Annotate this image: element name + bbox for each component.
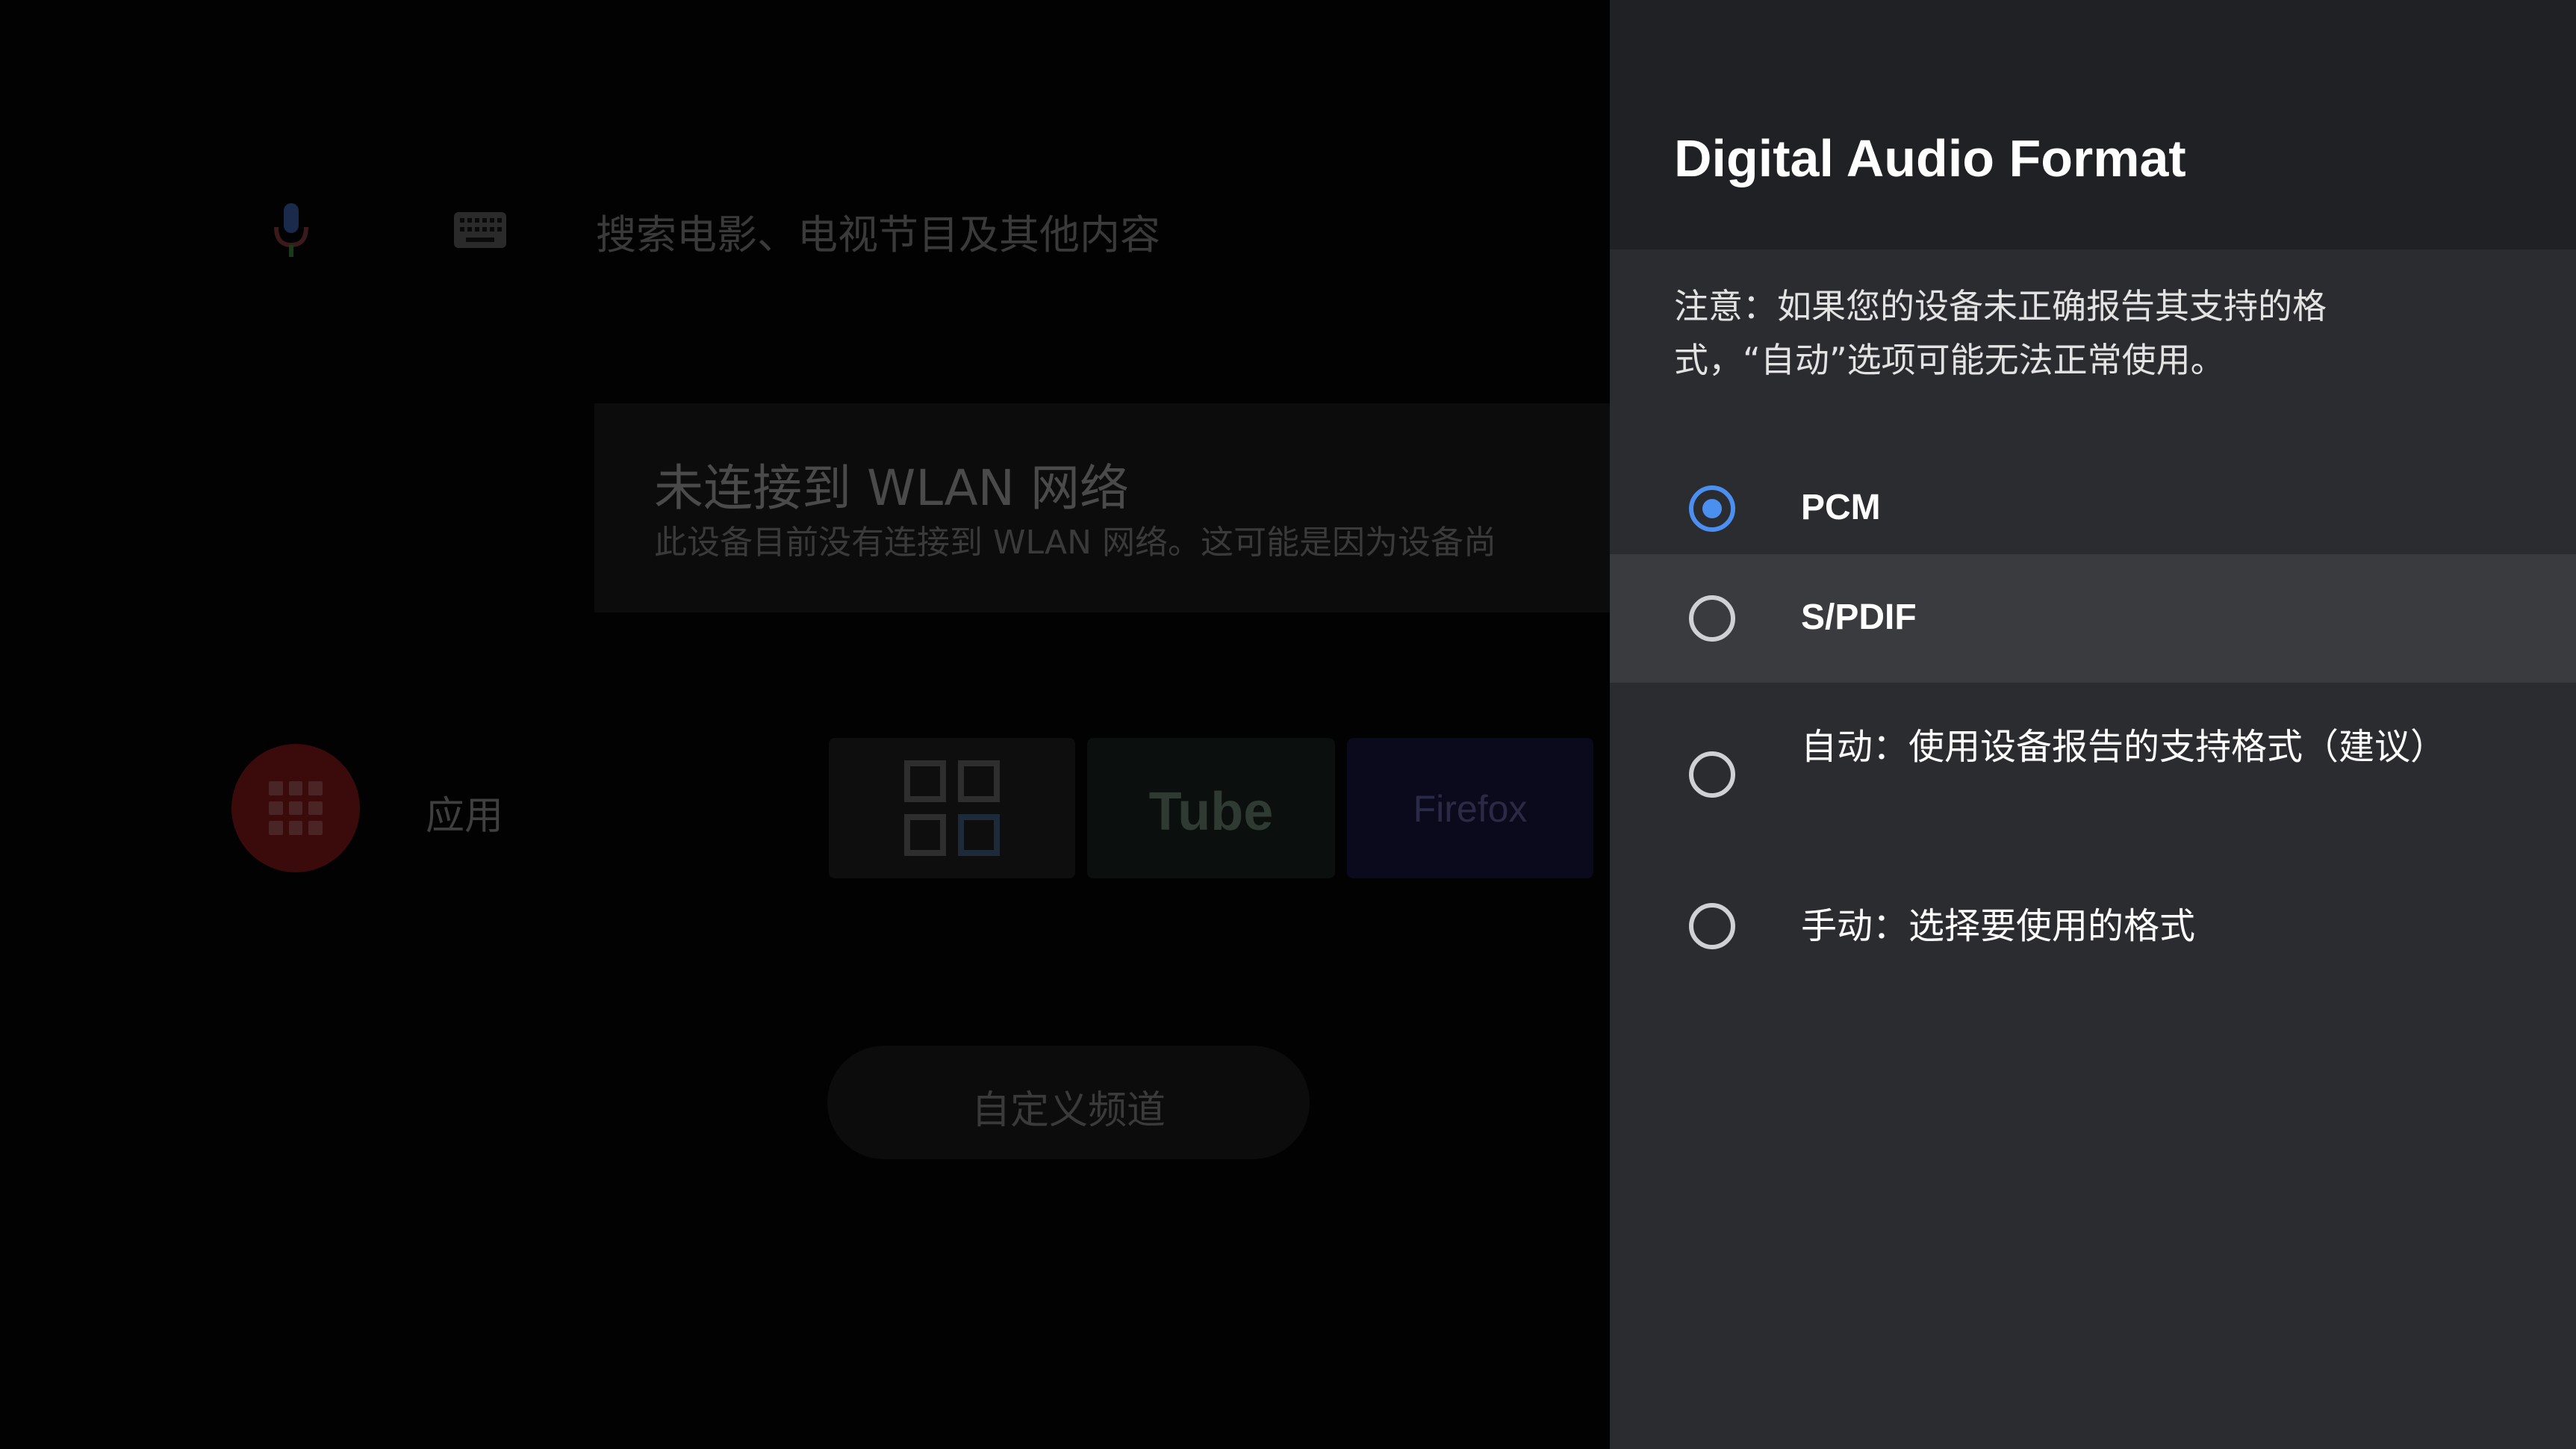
option-label: 手动：选择要使用的格式 — [1801, 905, 2196, 947]
panel-title: Digital Audio Format — [1674, 129, 2186, 187]
app-tile-firefox[interactable]: Firefox — [1347, 738, 1593, 878]
option-spdif[interactable]: S/PDIF — [1610, 554, 2576, 683]
apps-button[interactable] — [231, 744, 360, 872]
youtube-tile-label: Tube — [1148, 782, 1274, 842]
keyboard-icon[interactable] — [452, 211, 508, 249]
app-grid-icon — [904, 760, 1000, 856]
customize-channels-label: 自定义频道 — [971, 1088, 1166, 1133]
option-label: 自动：使用设备报告的支持格式（建议） — [1801, 726, 2447, 768]
apps-grid-icon — [269, 781, 323, 835]
panel-body: 注意：如果您的设备未正确报告其支持的格式，“自动”选项可能无法正常使用。 PCM… — [1610, 249, 2576, 1449]
radio-unchecked-icon[interactable] — [1689, 751, 1735, 798]
app-tile-grid[interactable] — [829, 738, 1075, 878]
microphone-icon[interactable] — [267, 200, 315, 260]
customize-channels-button[interactable]: 自定义频道 — [827, 1046, 1310, 1159]
option-label: S/PDIF — [1801, 598, 1917, 637]
launcher-background: 搜索电影、电视节目及其他内容 未连接到 WLAN 网络 此设备目前没有连接到 W… — [0, 0, 1610, 1449]
wlan-notification-card[interactable]: 未连接到 WLAN 网络 此设备目前没有连接到 WLAN 网络。这可能是因为设备… — [594, 403, 1610, 612]
wlan-description: 此设备目前没有连接到 WLAN 网络。这可能是因为设备尚 — [654, 524, 1497, 562]
option-auto[interactable]: 自动：使用设备报告的支持格式（建议） — [1610, 683, 2576, 866]
option-pcm[interactable]: PCM — [1610, 444, 2576, 572]
settings-panel: Digital Audio Format 注意：如果您的设备未正确报告其支持的格… — [1610, 0, 2576, 1449]
search-placeholder[interactable]: 搜索电影、电视节目及其他内容 — [596, 202, 1160, 261]
firefox-tile-label: Firefox — [1413, 788, 1528, 830]
apps-label: 应用 — [426, 794, 504, 839]
wlan-title: 未连接到 WLAN 网络 — [654, 459, 1130, 517]
app-tile-youtube[interactable]: Tube — [1087, 738, 1335, 878]
option-label: PCM — [1801, 488, 1881, 527]
panel-header: Digital Audio Format — [1610, 0, 2576, 249]
format-note: 注意：如果您的设备未正确报告其支持的格式，“自动”选项可能无法正常使用。 — [1674, 286, 2327, 380]
radio-unchecked-icon[interactable] — [1689, 903, 1735, 949]
option-manual[interactable]: 手动：选择要使用的格式 — [1610, 866, 2576, 995]
radio-unchecked-icon[interactable] — [1689, 595, 1735, 642]
radio-checked-icon[interactable] — [1689, 485, 1735, 532]
